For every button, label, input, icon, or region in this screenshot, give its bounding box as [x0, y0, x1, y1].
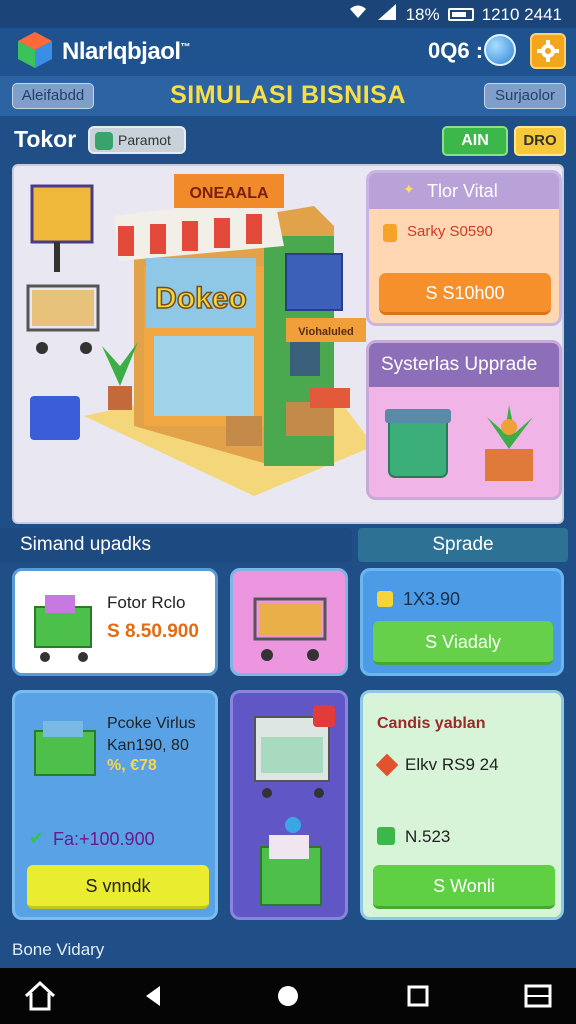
back-icon[interactable] — [136, 978, 172, 1014]
shopping-cart-icon — [253, 597, 327, 661]
vital-card-title: Tlor Vital — [369, 173, 559, 209]
param-icon — [95, 132, 113, 150]
clock: 1210 2441 — [481, 4, 562, 24]
app-bar: Nlarlqbjaol™ 0Q6 : — [0, 28, 576, 76]
vital-price-button[interactable]: S S10h00 — [379, 273, 551, 315]
home-icon[interactable] — [22, 978, 58, 1014]
card3-value: 1X3.90 — [403, 589, 461, 609]
shop-sign: Dokeo — [155, 282, 247, 315]
toko-row: Tokor Paramot AIN DRO — [0, 118, 576, 160]
signal-icon — [376, 4, 398, 25]
ain-button[interactable]: AIN — [442, 126, 508, 156]
coin-icon — [377, 591, 393, 607]
battery-icon — [447, 8, 474, 21]
card6-line1: Elkv RS9 24 — [405, 755, 499, 774]
freezer-cart-icon — [254, 705, 335, 906]
card4-button[interactable]: S vnndk — [27, 865, 209, 909]
vital-card: Tlor Vital ✦ Sarky S0590 S S10h00 — [366, 170, 562, 326]
systems-card-title: Systerlas Upprade — [369, 343, 559, 387]
side-sign: Viohaluled — [298, 326, 353, 338]
status-bar: 18% 1210 2441 — [0, 0, 576, 28]
card6-title: Candis yablan — [377, 715, 486, 732]
globe-icon[interactable] — [484, 34, 516, 66]
gear-icon — [537, 40, 559, 62]
recents-icon[interactable] — [400, 978, 436, 1014]
item-card-freezer[interactable] — [230, 690, 348, 920]
right-pill-button[interactable]: Surjaolor — [484, 83, 566, 109]
check-icon — [377, 827, 395, 845]
vital-card-subtitle: Sarky S0590 — [383, 223, 493, 242]
card4-line2: Kan190, 80 — [107, 737, 189, 754]
gem-icon — [375, 753, 399, 777]
item-card-pink-cart[interactable] — [230, 568, 348, 676]
card1-price: S 8.50.900 — [107, 621, 199, 642]
section-label-right: Sprade — [358, 528, 568, 562]
card1-title: Fotor Rclo — [107, 593, 186, 612]
param-label: Paramot — [118, 132, 171, 148]
footer-text: Bone Vidary — [12, 940, 105, 959]
green-basket-icon — [34, 721, 96, 776]
wifi-icon — [348, 4, 368, 25]
item-card-value: 1X3.90 S Viadaly — [360, 568, 564, 676]
card4-value: Fa:+100.900 — [29, 828, 155, 850]
app-title: Nlarlqbjaol™ — [62, 38, 191, 65]
settings-button[interactable] — [530, 33, 566, 69]
dro-button[interactable]: DRO — [514, 126, 566, 156]
item-card-candis: Candis yablan Elkv RS9 24 N.523 S Wonli — [360, 690, 564, 920]
param-button[interactable]: Paramot — [88, 126, 186, 154]
card6-line2: N.523 — [405, 827, 451, 846]
toko-label: Tokor — [14, 126, 77, 152]
card4-line1: Pcoke Virlus — [107, 715, 196, 732]
item-card-cart[interactable]: Fotor Rclo S 8.50.900 — [12, 568, 218, 676]
screenshot-icon[interactable] — [520, 978, 556, 1014]
banner-sign: ONEAALA — [189, 185, 269, 202]
header-row: Aleifabdd SIMULASI BISNISA Surjaolor — [0, 76, 576, 116]
coin-counter: 0Q6 : — [428, 38, 484, 63]
circle-home-icon[interactable] — [270, 978, 306, 1014]
game-logo-icon — [18, 32, 52, 68]
green-cart-icon — [34, 595, 92, 662]
item-card-basket[interactable]: Pcoke Virlus Kan190, 80 %, €78 Fa:+100.9… — [12, 690, 218, 920]
systems-upgrade-card[interactable]: Systerlas Upprade — [366, 340, 562, 500]
card3-button[interactable]: S Viadaly — [373, 621, 553, 665]
system-nav-bar — [0, 968, 576, 1024]
star-icon: ✦ — [403, 181, 415, 197]
section-label-left: Simand upadks — [0, 528, 352, 562]
upgrade-items-icon — [385, 405, 533, 481]
card4-line3: %, €78 — [107, 757, 157, 774]
card6-button[interactable]: S Wonli — [373, 865, 555, 909]
battery-percent: 18% — [405, 4, 440, 24]
